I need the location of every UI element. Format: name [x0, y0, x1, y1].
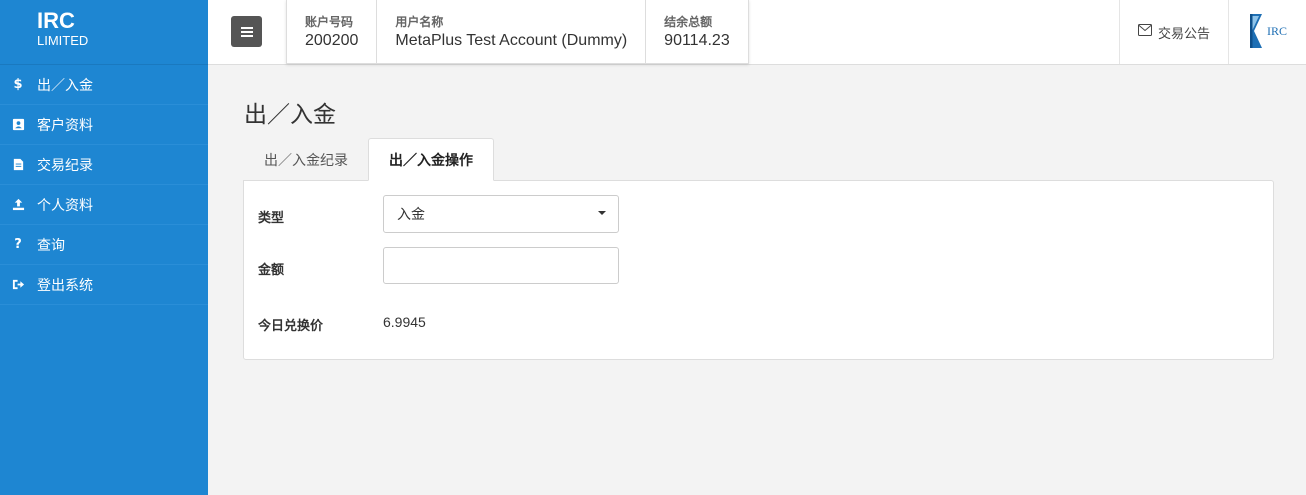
sidebar-item-deposit-withdraw[interactable]: $ 出／入金: [0, 65, 208, 105]
sidebar-item-profile[interactable]: 个人资料: [0, 185, 208, 225]
logout-icon: [11, 278, 25, 292]
type-label: 类型: [258, 211, 285, 226]
balance-cell: 结余总额 90114.23: [646, 0, 748, 63]
type-select[interactable]: 入金: [383, 195, 619, 233]
sidebar-item-label: 查询: [37, 237, 65, 254]
tab-deposit-history[interactable]: 出／入金纪录: [244, 138, 368, 181]
caret-down-icon: [598, 211, 606, 215]
sidebar-item-logout[interactable]: 登出系统: [0, 265, 208, 305]
question-icon: ?: [14, 237, 22, 252]
trade-notice-label: 交易公告: [1157, 26, 1210, 42]
balance-label: 结余总额: [664, 15, 713, 29]
account-number-label: 账户号码: [305, 15, 354, 29]
brand-subtitle: LIMITED: [37, 33, 89, 48]
balance-value: 90114.23: [664, 32, 730, 49]
exchange-rate-label: 今日兑换价: [258, 319, 324, 334]
amount-label: 金额: [258, 263, 285, 278]
document-icon: [11, 158, 25, 172]
brand: IRC LIMITED: [0, 0, 208, 65]
sidebar: IRC LIMITED $ 出／入金 客户资料 交易纪录 个人资料 ? 查询 登…: [0, 0, 208, 495]
username-label: 用户名称: [395, 15, 444, 29]
sidebar-item-inquiry[interactable]: ? 查询: [0, 225, 208, 265]
sidebar-item-trade-history[interactable]: 交易纪录: [0, 145, 208, 185]
account-info-bar: 账户号码 200200 用户名称 MetaPlus Test Account (…: [286, 0, 749, 64]
tab-bar: 出／入金纪录 出／入金操作: [244, 138, 494, 181]
upload-icon: [11, 198, 25, 212]
menu-toggle-button[interactable]: [231, 16, 262, 47]
sidebar-item-label: 客户资料: [37, 117, 93, 134]
exchange-rate-value: 6.9945: [383, 314, 426, 330]
topbar: 账户号码 200200 用户名称 MetaPlus Test Account (…: [208, 0, 1306, 65]
tab-deposit-operation[interactable]: 出／入金操作: [368, 138, 494, 181]
sidebar-item-label: 登出系统: [37, 277, 93, 294]
username-value: MetaPlus Test Account (Dummy): [395, 32, 628, 49]
account-number-value: 200200: [305, 32, 359, 49]
trade-notice-button[interactable]: 交易公告: [1119, 0, 1229, 64]
deposit-form-panel: 类型 入金 金额 今日兑换价 6.9945: [243, 180, 1274, 360]
dollar-icon: $: [13, 77, 23, 92]
account-number-cell: 账户号码 200200: [287, 0, 378, 63]
username-cell: 用户名称 MetaPlus Test Account (Dummy): [377, 0, 647, 63]
irc-logo: IRC: [1248, 12, 1294, 50]
brand-name: IRC: [37, 8, 75, 33]
sidebar-item-label: 出／入金: [37, 77, 93, 94]
amount-input[interactable]: [383, 247, 619, 284]
hamburger-icon: [240, 22, 253, 41]
contact-card-icon: [11, 118, 25, 132]
logo-text: IRC: [1267, 24, 1288, 38]
page-title: 出／入金: [244, 102, 336, 128]
sidebar-item-label: 个人资料: [37, 197, 93, 214]
sidebar-item-client-info[interactable]: 客户资料: [0, 105, 208, 145]
sidebar-item-label: 交易纪录: [37, 157, 93, 174]
envelope-icon: [1137, 24, 1158, 40]
type-select-value: 入金: [397, 207, 425, 223]
